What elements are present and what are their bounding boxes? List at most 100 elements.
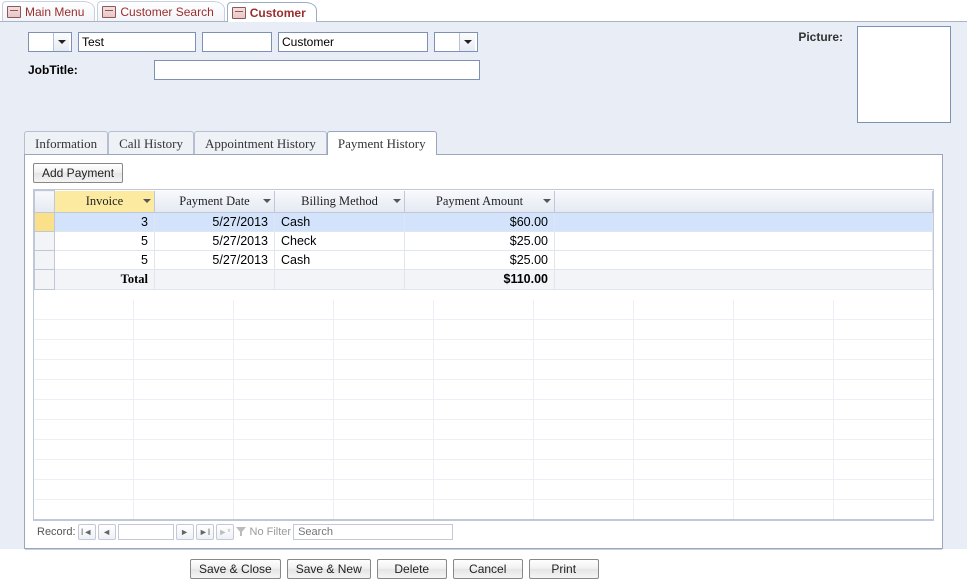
grid-header-row: Invoice Payment Date Billing Method Paym… <box>35 191 933 213</box>
suffix-input[interactable] <box>435 33 459 51</box>
col-label: Payment Date <box>179 194 249 208</box>
cell-method[interactable]: Cash <box>275 212 405 231</box>
button-label: Save & Close <box>199 562 272 576</box>
tab-appointment-history[interactable]: Appointment History <box>194 131 327 155</box>
title-input[interactable] <box>29 33 53 51</box>
table-row[interactable]: 5 5/27/2013 Cash $25.00 <box>35 250 933 269</box>
chevron-down-icon[interactable] <box>142 196 152 206</box>
cell-blank <box>555 250 933 269</box>
tab-payment-history[interactable]: Payment History <box>327 131 437 155</box>
row-selector <box>35 269 55 289</box>
cell-blank <box>555 231 933 250</box>
cell-method[interactable]: Check <box>275 231 405 250</box>
cell-invoice[interactable]: 3 <box>55 212 155 231</box>
nav-new-button[interactable]: ►* <box>216 524 234 540</box>
suffix-combo[interactable] <box>434 32 478 52</box>
tab-label: Appointment History <box>205 136 316 151</box>
record-label: Record: <box>37 526 76 538</box>
cell-date[interactable]: 5/27/2013 <box>155 212 275 231</box>
chevron-down-icon[interactable] <box>392 196 402 206</box>
app-tab-label: Main Menu <box>25 5 84 19</box>
button-label: Print <box>551 562 576 576</box>
col-billing-method[interactable]: Billing Method <box>275 191 405 213</box>
button-label: Add Payment <box>42 166 114 180</box>
job-title-input[interactable] <box>154 60 480 80</box>
row-selector[interactable] <box>35 250 55 269</box>
tab-label: Information <box>35 136 97 151</box>
button-label: Save & New <box>296 562 362 576</box>
record-position-input[interactable] <box>118 524 174 540</box>
app-tab-main-menu[interactable]: Main Menu <box>2 1 95 21</box>
nav-next-button[interactable]: ► <box>176 524 194 540</box>
customer-header: JobTitle: Picture: <box>0 22 967 130</box>
row-selector[interactable] <box>35 212 55 231</box>
col-label: Billing Method <box>301 194 378 208</box>
form-footer: Save & Close Save & New Delete Cancel Pr… <box>0 553 967 587</box>
cell-amount[interactable]: $25.00 <box>405 250 555 269</box>
cell-invoice[interactable]: 5 <box>55 250 155 269</box>
payment-history-panel: Add Payment Invoice Payment Date <box>24 154 943 549</box>
app-tab-label: Customer <box>250 6 306 20</box>
button-label: Delete <box>394 562 429 576</box>
form-icon <box>7 6 21 18</box>
form-icon <box>232 7 246 19</box>
job-title-label: JobTitle: <box>28 63 148 77</box>
table-row[interactable]: 3 5/27/2013 Cash $60.00 <box>35 212 933 231</box>
total-label: Total <box>55 269 155 289</box>
middle-name-input[interactable] <box>202 32 272 52</box>
first-name-input[interactable] <box>78 32 196 52</box>
filter-indicator[interactable]: No Filter <box>236 526 292 538</box>
tab-call-history[interactable]: Call History <box>108 131 194 155</box>
col-label: Invoice <box>86 194 123 208</box>
chevron-down-icon[interactable] <box>262 196 272 206</box>
title-combo[interactable] <box>28 32 72 52</box>
cell-method[interactable]: Cash <box>275 250 405 269</box>
col-invoice[interactable]: Invoice <box>55 191 155 213</box>
form-icon <box>102 6 116 18</box>
cell-blank <box>555 212 933 231</box>
print-button[interactable]: Print <box>529 559 599 579</box>
grid-blank-area <box>34 300 933 519</box>
row-selector-header[interactable] <box>35 191 55 213</box>
nav-first-button[interactable]: I◄ <box>78 524 96 540</box>
chevron-down-icon[interactable] <box>542 196 552 206</box>
add-payment-button[interactable]: Add Payment <box>33 163 123 183</box>
save-close-button[interactable]: Save & Close <box>190 559 281 579</box>
cell-invoice[interactable]: 5 <box>55 231 155 250</box>
record-navigator: Record: I◄ ◄ ► ►I ►* No Filter <box>33 520 934 542</box>
last-name-input[interactable] <box>278 32 428 52</box>
chevron-down-icon[interactable] <box>459 33 475 51</box>
chevron-down-icon[interactable] <box>53 33 69 51</box>
app-tab-customer[interactable]: Customer <box>227 2 317 22</box>
delete-button[interactable]: Delete <box>377 559 447 579</box>
funnel-icon <box>236 527 246 537</box>
filter-label: No Filter <box>250 526 292 538</box>
record-search-input[interactable] <box>293 524 453 540</box>
cell-date[interactable]: 5/27/2013 <box>155 231 275 250</box>
tab-information[interactable]: Information <box>24 131 108 155</box>
detail-tab-bar: Information Call History Appointment His… <box>0 130 967 154</box>
table-row[interactable]: 5 5/27/2013 Check $25.00 <box>35 231 933 250</box>
total-row: Total $110.00 <box>35 269 933 289</box>
col-payment-amount[interactable]: Payment Amount <box>405 191 555 213</box>
picture-frame[interactable] <box>857 26 951 123</box>
app-tab-bar: Main Menu Customer Search Customer <box>0 0 967 22</box>
col-payment-date[interactable]: Payment Date <box>155 191 275 213</box>
payments-grid[interactable]: Invoice Payment Date Billing Method Paym… <box>33 189 934 520</box>
cell-date[interactable]: 5/27/2013 <box>155 250 275 269</box>
nav-prev-button[interactable]: ◄ <box>98 524 116 540</box>
total-amount: $110.00 <box>405 269 555 289</box>
save-new-button[interactable]: Save & New <box>287 559 371 579</box>
app-tab-label: Customer Search <box>120 5 213 19</box>
button-label: Cancel <box>469 562 506 576</box>
row-selector[interactable] <box>35 231 55 250</box>
cancel-button[interactable]: Cancel <box>453 559 523 579</box>
col-label: Payment Amount <box>436 194 523 208</box>
col-blank <box>555 191 933 213</box>
nav-last-button[interactable]: ►I <box>196 524 214 540</box>
cell-amount[interactable]: $25.00 <box>405 231 555 250</box>
cell-amount[interactable]: $60.00 <box>405 212 555 231</box>
tab-label: Payment History <box>338 136 426 151</box>
tab-label: Call History <box>119 136 183 151</box>
app-tab-customer-search[interactable]: Customer Search <box>97 1 224 21</box>
